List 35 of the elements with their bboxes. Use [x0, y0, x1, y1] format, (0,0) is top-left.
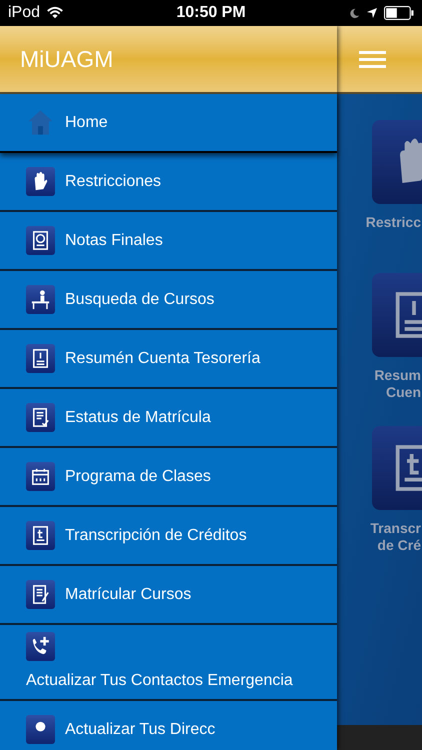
menu-icon: [26, 715, 55, 744]
status-time: 10:50 PM: [176, 3, 246, 23]
menu-button[interactable]: [359, 50, 386, 68]
home-icon: [26, 108, 55, 137]
tile-label: Cuen: [386, 384, 421, 401]
tile-label: de Cré: [377, 537, 421, 554]
menu-item[interactable]: Restricciones: [0, 153, 337, 212]
menu-icon: [26, 344, 55, 373]
menu-icon: [26, 285, 55, 314]
wifi-icon: [46, 6, 64, 20]
menu-item[interactable]: Actualizar Tus Direcc: [0, 701, 337, 750]
menu-icon: [26, 403, 55, 432]
menu-icon: [26, 521, 55, 550]
menu-item[interactable]: Resumén Cuenta Tesorería: [0, 330, 337, 389]
menu-item[interactable]: Matrícular Cursos: [0, 566, 337, 625]
tile-label: Transcr: [370, 520, 421, 537]
moon-icon: [349, 8, 360, 18]
app-title: MiUAGM: [20, 44, 114, 74]
menu-item[interactable]: Transcripción de Créditos: [0, 507, 337, 566]
menu-item[interactable]: Home: [0, 94, 337, 153]
menu-item[interactable]: Notas Finales: [0, 212, 337, 271]
battery-icon: [384, 6, 414, 20]
menu-icon: [26, 226, 55, 255]
menu-item[interactable]: Estatus de Matrícula: [0, 389, 337, 448]
menu-icon: [26, 462, 55, 491]
menu-icon: [26, 632, 55, 660]
menu-item[interactable]: Actualizar Tus Contactos Emergencia: [0, 625, 337, 701]
menu-item[interactable]: Busqueda de Cursos: [0, 271, 337, 330]
menu-icon: [26, 167, 55, 196]
carrier-label: iPod: [8, 3, 40, 23]
menu-item[interactable]: Programa de Clases: [0, 448, 337, 507]
location-icon: [366, 7, 378, 19]
menu-icon: [26, 580, 55, 609]
tile-label: Restricc: [366, 214, 421, 231]
tile-label: Resum: [374, 367, 421, 384]
